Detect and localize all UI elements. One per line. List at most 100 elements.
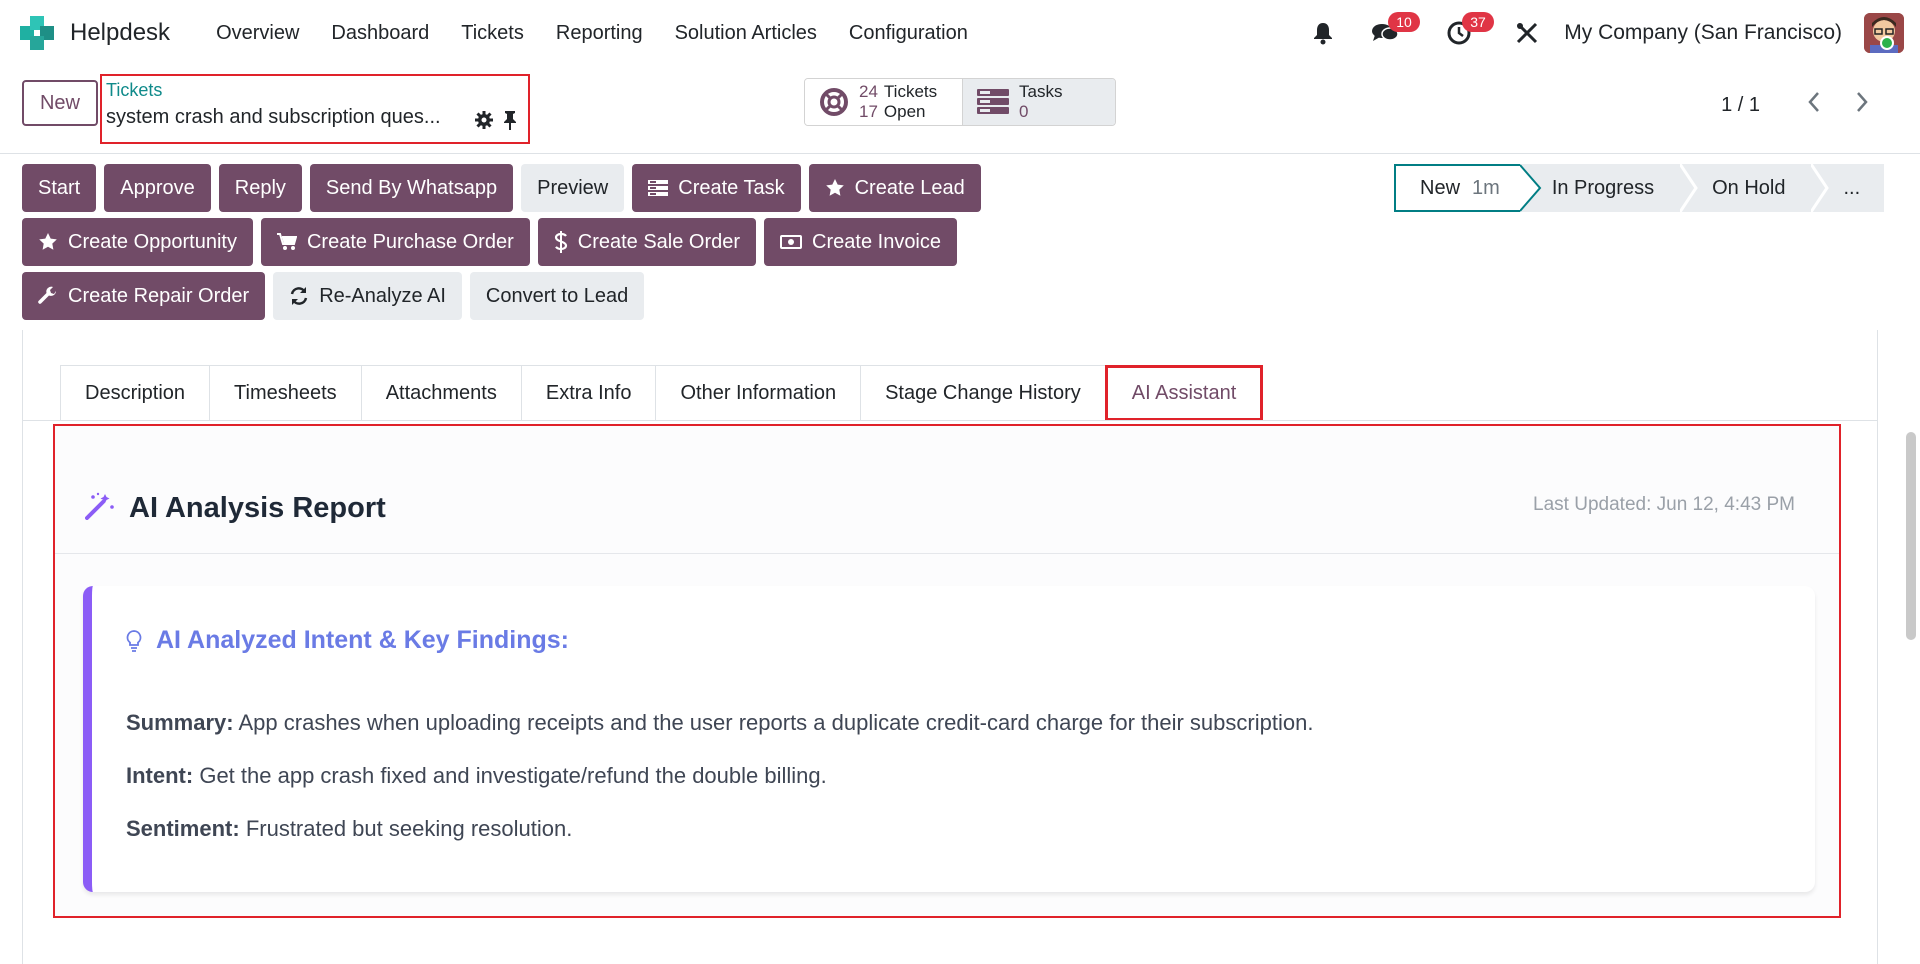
tab-timesheets[interactable]: Timesheets: [209, 365, 361, 421]
tickets-label: Tickets: [883, 82, 938, 101]
tickets-smart-button[interactable]: 24 Tickets 17 Open: [805, 79, 963, 125]
sentiment-text: Frustrated but seeking resolution.: [245, 816, 573, 841]
pin-icon[interactable]: [502, 110, 518, 136]
tasks-icon: [977, 88, 1009, 116]
convert-to-lead-button[interactable]: Convert to Lead: [469, 272, 645, 320]
menu-item-overview[interactable]: Overview: [200, 22, 315, 45]
report-header: AI Analysis Report Last Updated: Jun 12,…: [55, 426, 1839, 554]
online-status-dot: [1880, 36, 1894, 50]
open-label: Open: [883, 102, 926, 121]
sentiment-label: Sentiment:: [126, 816, 240, 841]
create-invoice-button[interactable]: Create Invoice: [764, 218, 958, 266]
smart-buttons: 24 Tickets 17 Open Tasks 0: [804, 78, 1116, 126]
stage-arrow-icon: [1811, 164, 1830, 212]
chevron-left-icon[interactable]: [1806, 90, 1832, 121]
stage-new[interactable]: New 1m: [1394, 164, 1520, 212]
refresh-icon: [289, 286, 309, 306]
create-purchase-order-button[interactable]: Create Purchase Order: [260, 218, 530, 266]
tools-icon[interactable]: [1510, 16, 1544, 50]
findings-card: AI Analyzed Intent & Key Findings: Summa…: [83, 586, 1815, 892]
tasks-smart-button[interactable]: Tasks 0: [963, 79, 1115, 125]
clock-icon[interactable]: 37: [1442, 12, 1494, 50]
bell-icon[interactable]: [1306, 16, 1340, 50]
menu-item-configuration[interactable]: Configuration: [833, 22, 984, 45]
tasks-label: Tasks: [1019, 82, 1063, 101]
create-invoice-label: Create Invoice: [812, 230, 942, 253]
tabs-divider: [22, 420, 1878, 421]
lifebuoy-icon: [819, 87, 849, 117]
main-menu: Overview Dashboard Tickets Reporting Sol…: [200, 22, 984, 45]
stage-arrow-icon: [1680, 164, 1699, 212]
create-sale-order-label: Create Sale Order: [577, 230, 741, 253]
findings-title: AI Analyzed Intent & Key Findings:: [156, 626, 569, 654]
ai-report-panel: AI Analysis Report Last Updated: Jun 12,…: [53, 424, 1841, 918]
menu-item-reporting[interactable]: Reporting: [540, 22, 659, 45]
tasks-count: 0: [1019, 102, 1029, 121]
activities-badge: 37: [1462, 12, 1494, 32]
new-button[interactable]: New: [22, 80, 98, 126]
notebook-tabs: Description Timesheets Attachments Extra…: [60, 365, 1264, 421]
sentiment-line: Sentiment: Frustrated but seeking resolu…: [126, 816, 572, 842]
tab-attachments[interactable]: Attachments: [360, 365, 521, 421]
stage-on-hold[interactable]: On Hold: [1698, 164, 1812, 212]
helpdesk-logo-icon: [20, 16, 54, 50]
wrench-icon: [38, 286, 58, 306]
chevron-right-icon[interactable]: [1854, 90, 1880, 121]
stage-in-progress[interactable]: In Progress: [1541, 164, 1681, 212]
create-lead-button[interactable]: Create Lead: [808, 164, 981, 212]
money-icon: [780, 234, 803, 250]
app-brand[interactable]: Helpdesk: [20, 16, 170, 50]
pager-value[interactable]: 1 / 1: [1721, 94, 1760, 117]
menu-item-dashboard[interactable]: Dashboard: [315, 22, 445, 45]
open-count: 17: [859, 102, 878, 121]
create-repair-order-button[interactable]: Create Repair Order: [22, 272, 266, 320]
tab-description[interactable]: Description: [60, 365, 210, 421]
dollar-icon: [554, 231, 568, 253]
tab-extra-info[interactable]: Extra Info: [520, 365, 656, 421]
findings-header: AI Analyzed Intent & Key Findings:: [126, 626, 569, 655]
summary-line: Summary: App crashes when uploading rece…: [126, 710, 1313, 736]
menu-item-solution-articles[interactable]: Solution Articles: [659, 22, 833, 45]
tab-ai-assistant[interactable]: AI Assistant: [1104, 365, 1264, 421]
record-title: system crash and subscription ques...: [106, 106, 441, 128]
gear-icon[interactable]: [474, 110, 494, 136]
re-analyze-ai-label: Re-Analyze AI: [319, 284, 446, 307]
control-panel: New Tickets system crash and subscriptio…: [0, 66, 1920, 154]
pager: 1 / 1: [1721, 90, 1880, 121]
messages-badge: 10: [1388, 12, 1420, 32]
tab-other-information[interactable]: Other Information: [655, 365, 861, 421]
create-task-button[interactable]: Create Task: [632, 164, 801, 212]
create-lead-label: Create Lead: [854, 176, 965, 199]
lightbulb-icon: [126, 629, 142, 652]
stage-statusbar: New 1m In Progress On Hold ...: [1394, 164, 1885, 212]
chat-icon[interactable]: 10: [1368, 12, 1420, 50]
app-name: Helpdesk: [70, 19, 171, 46]
tab-stage-change-history[interactable]: Stage Change History: [860, 365, 1105, 421]
reply-button[interactable]: Reply: [218, 164, 302, 212]
intent-line: Intent: Get the app crash fixed and inve…: [126, 763, 827, 789]
create-repair-order-label: Create Repair Order: [68, 284, 250, 307]
navbar-systray: 10 37 My Company (San Francisco): [1306, 0, 1920, 66]
page-scrollbar[interactable]: [1906, 432, 1916, 640]
send-by-whatsapp-button[interactable]: Send By Whatsapp: [309, 164, 514, 212]
company-switcher[interactable]: My Company (San Francisco): [1564, 21, 1842, 45]
create-sale-order-button[interactable]: Create Sale Order: [537, 218, 757, 266]
preview-button[interactable]: Preview: [521, 164, 625, 212]
cart-icon: [276, 233, 297, 251]
tickets-count: 24: [859, 82, 878, 101]
start-button[interactable]: Start: [22, 164, 97, 212]
report-title: AI Analysis Report: [129, 492, 386, 524]
top-navbar: Helpdesk Overview Dashboard Tickets Repo…: [0, 0, 1920, 66]
create-opportunity-label: Create Opportunity: [68, 230, 237, 253]
star-icon: [825, 178, 845, 198]
breadcrumb-tickets-link[interactable]: Tickets: [106, 80, 162, 101]
intent-text: Get the app crash fixed and investigate/…: [199, 763, 827, 788]
re-analyze-ai-button[interactable]: Re-Analyze AI: [273, 272, 462, 320]
menu-item-tickets[interactable]: Tickets: [445, 22, 540, 45]
approve-button[interactable]: Approve: [104, 164, 211, 212]
star-icon: [38, 232, 58, 252]
last-updated: Last Updated: Jun 12, 4:43 PM: [1533, 494, 1795, 515]
stage-more-button[interactable]: ...: [1829, 164, 1885, 212]
summary-label: Summary:: [126, 710, 234, 735]
create-opportunity-button[interactable]: Create Opportunity: [22, 218, 253, 266]
